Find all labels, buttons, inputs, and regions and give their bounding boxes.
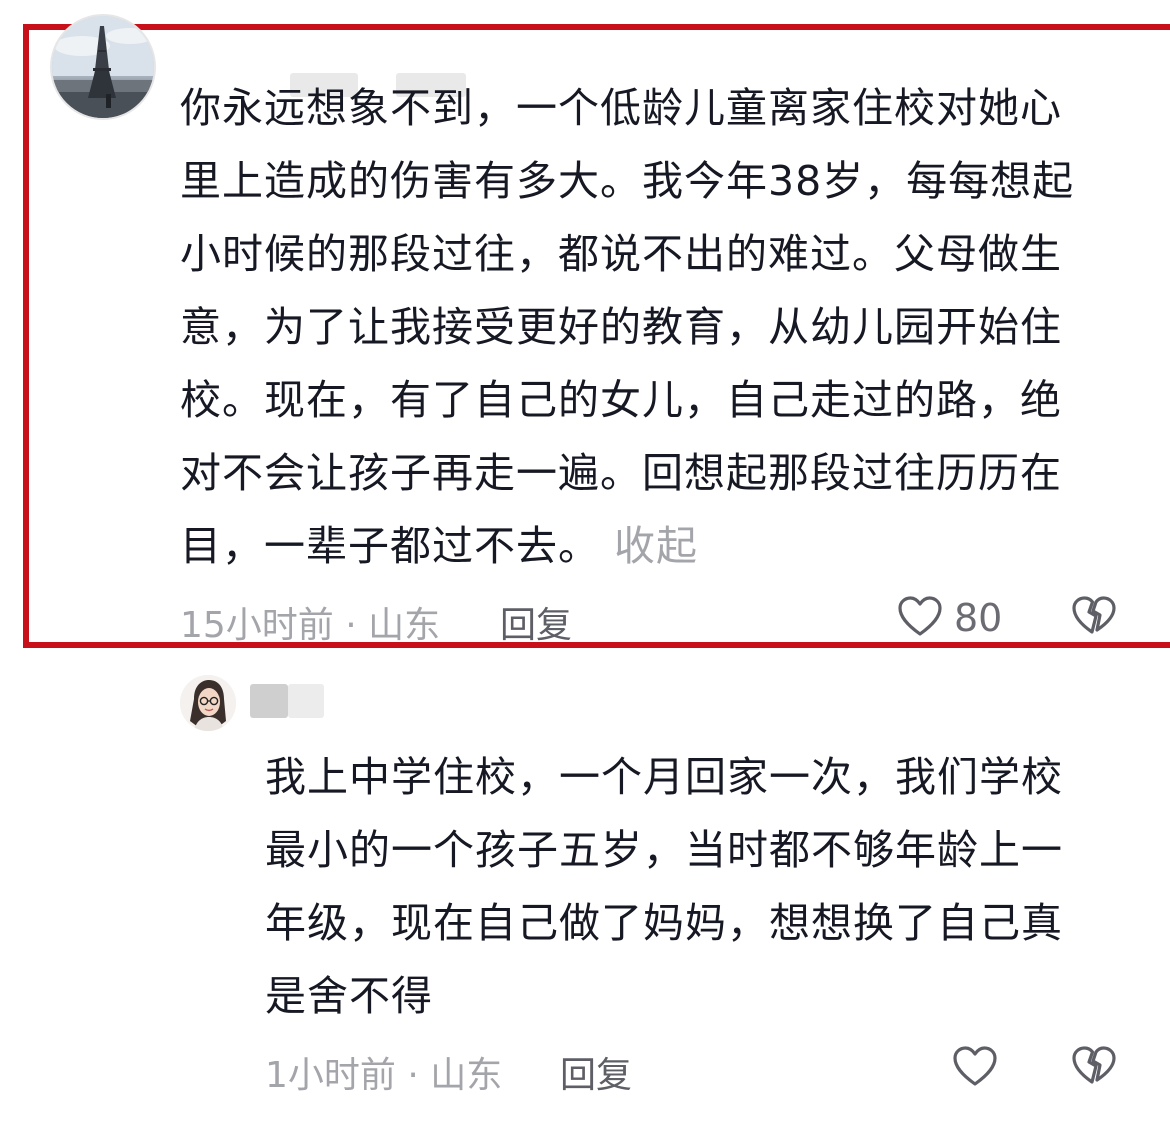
reply-username-blurred[interactable] — [250, 684, 288, 718]
main-comment-body: 你永远想象不到，一个低龄儿童离家住校对她心 里上造成的伤害有多大。我今年38岁，… — [180, 84, 1075, 570]
main-comment-meta: 15小时前 · 山东 — [180, 605, 441, 646]
eiffel-tower-avatar-image — [52, 16, 154, 118]
like-count: 80 — [954, 596, 1003, 640]
reply-reply-button[interactable]: 回复 — [560, 1046, 632, 1098]
reply-comment-meta: 1小时前 · 山东 — [265, 1055, 503, 1096]
heart-outline-icon[interactable] — [951, 1044, 999, 1088]
commenter-avatar[interactable] — [50, 14, 156, 120]
main-comment-text: 你永远想象不到，一个低龄儿童离家住校对她心 里上造成的伤害有多大。我今年38岁，… — [180, 72, 1140, 583]
collapse-link[interactable]: 收起 — [614, 522, 698, 570]
broken-heart-icon[interactable] — [1070, 594, 1118, 638]
reply-commenter-avatar[interactable] — [180, 675, 236, 731]
reply-username-blurred-part — [288, 684, 324, 718]
heart-outline-icon[interactable] — [896, 594, 944, 638]
main-reply-button[interactable]: 回复 — [500, 596, 572, 648]
reply-comment-text: 我上中学住校，一个月回家一次，我们学校 最小的一个孩子五岁，当时都不够年龄上一 … — [265, 753, 1063, 1020]
broken-heart-icon[interactable] — [1070, 1044, 1118, 1088]
woman-avatar-image — [180, 675, 236, 731]
